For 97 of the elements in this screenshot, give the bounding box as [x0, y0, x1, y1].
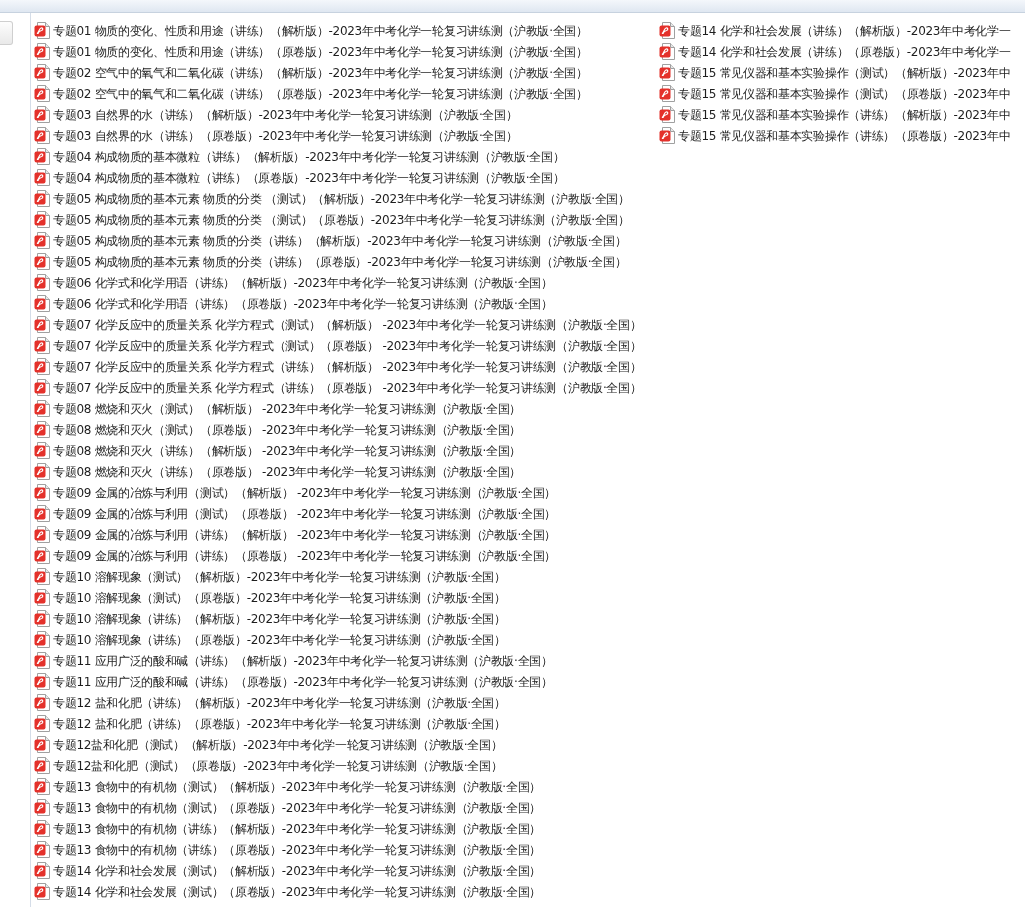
pdf-file-icon — [659, 22, 675, 39]
file-name[interactable]: 专题13 食物中的有机物（测试）（原卷版）-2023年中考化学一轮复习讲练测（沪教版·全国） — [53, 799, 541, 816]
file-name[interactable]: 专题12 盐和化肥（讲练）（解析版）-2023年中考化学一轮复习讲练测（沪教版·全国） — [53, 694, 506, 711]
file-name[interactable]: 专题12 盐和化肥（讲练）（原卷版）-2023年中考化学一轮复习讲练测（沪教版·全国） — [53, 715, 506, 732]
file-name[interactable]: 专题11 应用广泛的酸和碱（讲练）（原卷版）-2023年中考化学一轮复习讲练测（沪教版·全国） — [53, 673, 553, 690]
file-name[interactable]: 专题14 化学和社会发展（讲练）（原卷版）-2023年中考化学一 — [678, 43, 1011, 60]
pdf-file-icon — [34, 652, 50, 669]
pdf-file-icon — [34, 85, 50, 102]
pdf-file-icon — [34, 610, 50, 627]
nav-item[interactable] — [0, 21, 13, 45]
file-name[interactable]: 专题14 化学和社会发展（讲练）（解析版）-2023年中考化学一 — [678, 22, 1011, 39]
pdf-file-icon — [34, 127, 50, 144]
pdf-file-icon — [34, 820, 50, 837]
file-name[interactable]: 专题08 燃烧和灭火（测试）（解析版） -2023年中考化学一轮复习讲练测（沪教版·全国） — [53, 400, 522, 417]
file-name[interactable]: 专题15 常见仪器和基本实验操作（测试）（解析版）-2023年中 — [678, 64, 1011, 81]
pdf-file-icon — [34, 379, 50, 396]
pdf-file-icon — [34, 463, 50, 480]
file-name[interactable]: 专题09 金属的冶炼与利用（测试）（解析版） -2023年中考化学一轮复习讲练测（沪教版·全国） — [53, 484, 557, 501]
file-name[interactable]: 专题10 溶解现象（测试）（解析版）-2023年中考化学一轮复习讲练测（沪教版·全国） — [53, 568, 506, 585]
pdf-file-icon — [34, 253, 50, 270]
pdf-file-icon — [34, 757, 50, 774]
pdf-file-icon — [34, 274, 50, 291]
file-name[interactable]: 专题07 化学反应中的质量关系 化学方程式（讲练）（解析版） -2023年中考化学一轮复习讲练测（沪教版·全国） — [53, 358, 642, 375]
pdf-file-icon — [34, 589, 50, 606]
pdf-file-icon — [34, 295, 50, 312]
file-name[interactable]: 专题02 空气中的氧气和二氧化碳（讲练）（原卷版）-2023年中考化学一轮复习讲练测（沪教版·全国） — [53, 85, 588, 102]
file-name[interactable]: 专题13 食物中的有机物（测试）（解析版）-2023年中考化学一轮复习讲练测（沪教版·全国） — [53, 778, 541, 795]
file-name[interactable]: 专题06 化学式和化学用语（讲练）（原卷版）-2023年中考化学一轮复习讲练测（沪教版·全国） — [53, 295, 553, 312]
file-name[interactable]: 专题08 燃烧和灭火（测试）（原卷版） -2023年中考化学一轮复习讲练测（沪教版·全国） — [53, 421, 522, 438]
pdf-file-icon — [34, 862, 50, 879]
pdf-file-icon — [659, 43, 675, 60]
file-name[interactable]: 专题08 燃烧和灭火（讲练）（解析版） -2023年中考化学一轮复习讲练测（沪教版·全国） — [53, 442, 522, 459]
file-name[interactable]: 专题09 金属的冶炼与利用（讲练）（原卷版） -2023年中考化学一轮复习讲练测（沪教版·全国） — [53, 547, 557, 564]
pdf-file-icon — [34, 694, 50, 711]
pdf-file-icon — [34, 547, 50, 564]
file-name[interactable]: 专题05 构成物质的基本元素 物质的分类 （测试）（原卷版）-2023年中考化学一轮复习讲练测（沪教版·全国） — [53, 211, 630, 228]
pdf-file-icon — [34, 106, 50, 123]
pdf-file-icon — [34, 484, 50, 501]
pdf-file-icon — [34, 232, 50, 249]
pdf-file-icon — [34, 400, 50, 417]
file-name[interactable]: 专题12盐和化肥（测试）（解析版）-2023年中考化学一轮复习讲练测（沪教版·全国） — [53, 736, 503, 753]
file-name[interactable]: 专题13 食物中的有机物（讲练）（原卷版）-2023年中考化学一轮复习讲练测（沪教版·全国） — [53, 841, 541, 858]
file-name[interactable]: 专题01 物质的变化、性质和用途（讲练）（原卷版）-2023年中考化学一轮复习讲练测（沪教版·全国） — [53, 43, 588, 60]
pdf-file-icon — [34, 22, 50, 39]
pdf-file-icon — [34, 841, 50, 858]
file-name[interactable]: 专题14 化学和社会发展（测试）（解析版）-2023年中考化学一轮复习讲练测（沪教版·全国） — [53, 862, 541, 879]
pdf-file-icon — [34, 799, 50, 816]
file-name[interactable]: 专题13 食物中的有机物（讲练）（解析版）-2023年中考化学一轮复习讲练测（沪教版·全国） — [53, 820, 541, 837]
pdf-file-icon — [34, 337, 50, 354]
file-name[interactable]: 专题05 构成物质的基本元素 物质的分类（讲练）（解析版）-2023年中考化学一轮复习讲练测（沪教版·全国） — [53, 232, 627, 249]
file-name[interactable]: 专题12盐和化肥（测试）（原卷版）-2023年中考化学一轮复习讲练测（沪教版·全国） — [53, 757, 503, 774]
pdf-file-icon — [34, 358, 50, 375]
pdf-file-icon — [34, 883, 50, 900]
file-name[interactable]: 专题09 金属的冶炼与利用（讲练）（解析版） -2023年中考化学一轮复习讲练测（沪教版·全国） — [53, 526, 557, 543]
file-name[interactable]: 专题05 构成物质的基本元素 物质的分类 （测试）（解析版）-2023年中考化学一轮复习讲练测（沪教版·全国） — [53, 190, 630, 207]
pdf-file-icon — [34, 169, 50, 186]
pdf-file-icon — [34, 421, 50, 438]
pdf-file-icon — [34, 715, 50, 732]
file-name[interactable]: 专题10 溶解现象（讲练）（原卷版）-2023年中考化学一轮复习讲练测（沪教版·全国） — [53, 631, 506, 648]
file-name[interactable]: 专题03 自然界的水（讲练）（原卷版）-2023年中考化学一轮复习讲练测（沪教版·全国） — [53, 127, 518, 144]
pdf-file-icon — [34, 526, 50, 543]
file-name[interactable]: 专题11 应用广泛的酸和碱（讲练）（解析版）-2023年中考化学一轮复习讲练测（沪教版·全国） — [53, 652, 553, 669]
pdf-file-icon — [34, 64, 50, 81]
file-name[interactable]: 专题07 化学反应中的质量关系 化学方程式（测试）（原卷版） -2023年中考化学一轮复习讲练测（沪教版·全国） — [53, 337, 642, 354]
file-name[interactable]: 专题15 常见仪器和基本实验操作（讲练）（解析版）-2023年中 — [678, 106, 1011, 123]
pdf-file-icon — [34, 190, 50, 207]
file-name[interactable]: 专题09 金属的冶炼与利用（测试）（原卷版） -2023年中考化学一轮复习讲练测（沪教版·全国） — [53, 505, 557, 522]
pdf-file-icon — [34, 43, 50, 60]
file-name[interactable]: 专题06 化学式和化学用语（讲练）（解析版）-2023年中考化学一轮复习讲练测（沪教版·全国） — [53, 274, 553, 291]
pdf-file-icon — [34, 673, 50, 690]
pdf-file-icon — [34, 316, 50, 333]
file-name[interactable]: 专题10 溶解现象（测试）（原卷版）-2023年中考化学一轮复习讲练测（沪教版·全国） — [53, 589, 506, 606]
pdf-file-icon — [659, 85, 675, 102]
file-name[interactable]: 专题01 物质的变化、性质和用途（讲练）（解析版）-2023年中考化学一轮复习讲练测（沪教版·全国） — [53, 22, 588, 39]
pdf-file-icon — [659, 127, 675, 144]
pdf-file-icon — [34, 442, 50, 459]
pdf-file-icon — [34, 778, 50, 795]
file-name[interactable]: 专题07 化学反应中的质量关系 化学方程式（测试）（解析版） -2023年中考化学一轮复习讲练测（沪教版·全国） — [53, 316, 642, 333]
pdf-file-icon — [659, 106, 675, 123]
file-name[interactable]: 专题08 燃烧和灭火（讲练）（原卷版） -2023年中考化学一轮复习讲练测（沪教版·全国） — [53, 463, 522, 480]
pdf-file-icon — [34, 211, 50, 228]
pdf-file-icon — [34, 148, 50, 165]
pdf-file-icon — [34, 505, 50, 522]
file-name[interactable]: 专题15 常见仪器和基本实验操作（讲练）（原卷版）-2023年中 — [678, 127, 1011, 144]
file-name[interactable]: 专题07 化学反应中的质量关系 化学方程式（讲练）（原卷版） -2023年中考化学一轮复习讲练测（沪教版·全国） — [53, 379, 642, 396]
file-name[interactable]: 专题14 化学和社会发展（测试）（原卷版）-2023年中考化学一轮复习讲练测（沪教版·全国） — [53, 883, 541, 900]
file-name[interactable]: 专题05 构成物质的基本元素 物质的分类（讲练）（原卷版）-2023年中考化学一轮复习讲练测（沪教版·全国） — [53, 253, 627, 270]
pdf-file-icon — [34, 568, 50, 585]
pdf-file-icon — [659, 64, 675, 81]
file-name[interactable]: 专题03 自然界的水（讲练）（解析版）-2023年中考化学一轮复习讲练测（沪教版·全国） — [53, 106, 518, 123]
file-name[interactable]: 专题02 空气中的氧气和二氧化碳（讲练）（解析版）-2023年中考化学一轮复习讲练测（沪教版·全国） — [53, 64, 588, 81]
file-name[interactable]: 专题04 构成物质的基本微粒（讲练）（原卷版）-2023年中考化学一轮复习讲练测（沪教版·全国） — [53, 169, 565, 186]
file-name[interactable]: 专题10 溶解现象（讲练）（解析版）-2023年中考化学一轮复习讲练测（沪教版·全国） — [53, 610, 506, 627]
pdf-file-icon — [34, 631, 50, 648]
file-name[interactable]: 专题15 常见仪器和基本实验操作（测试）（原卷版）-2023年中 — [678, 85, 1011, 102]
file-name[interactable]: 专题04 构成物质的基本微粒（讲练）（解析版）-2023年中考化学一轮复习讲练测（沪教版·全国） — [53, 148, 565, 165]
pdf-file-icon — [34, 736, 50, 753]
